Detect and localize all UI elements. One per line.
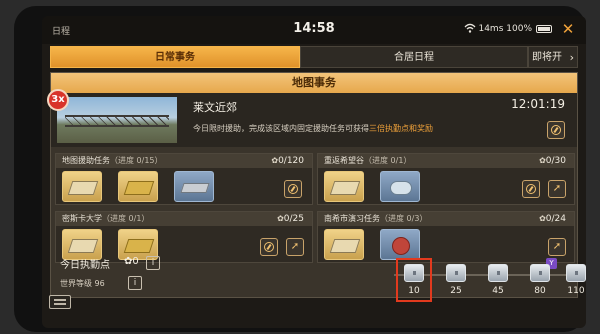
bridge-image [65,115,169,127]
points-icon: ✿ [277,214,284,223]
task-points: ✿0/24 [539,212,566,226]
tab-shared-schedule[interactable]: 合居日程 [300,46,528,68]
panel-title: 地图事务 [51,73,577,93]
milestone-chest[interactable] [488,264,508,282]
task-points-value: 0/30 [545,156,566,166]
document-icon [67,181,99,195]
region-thumbnail [57,97,177,143]
device-frame: 日程 14:58 14ms 100% ✕ 日常事务 合居日程 即将开放› 地图事… [14,6,586,332]
document-icon [67,239,99,253]
task-progress: （进度 0/3） [380,214,428,223]
task-card-map-aid: 地图援助任务（进度 0/15） ✿0/120 [55,153,313,205]
milestone-chest[interactable] [566,264,586,282]
daily-info-button[interactable]: i [146,256,160,270]
region-navigate-button[interactable] [547,121,565,139]
tab-daily-affairs[interactable]: 日常事务 [50,46,300,68]
task-name: 密斯卡大学 [62,214,102,223]
task-points-value: 0/120 [278,156,304,166]
milestone-chest[interactable] [404,264,424,282]
region-desc-text: 今日限时援助，完成该区域内固定援助任务可获得 [193,124,369,133]
tab-bar: 日常事务 合居日程 即将开放› [50,46,578,85]
arrow-icon: ➚ [552,183,562,194]
region-desc-highlight: 三倍执勤点和奖励 [369,124,433,133]
reward-item[interactable] [324,171,364,202]
task-name: 地图援助任务 [62,156,110,165]
task-points: ✿0/25 [277,212,304,226]
task-go-button[interactable]: ➚ [548,180,566,198]
document-icon [329,239,361,253]
milestone-value: 45 [492,286,504,296]
task-card-hope-valley: 重返希望谷（进度 0/1） ✿0/30 ➚ [317,153,575,205]
region-timer: 12:01:19 [511,97,565,111]
latency-value: 14ms [478,24,504,34]
task-name: 重返希望谷 [324,156,364,165]
network-latency: 14ms 100% [478,24,532,34]
compass-icon [526,184,536,194]
compass-icon [288,184,298,194]
task-points: ✿0/30 [539,154,566,168]
milestone-value: 110 [567,286,585,296]
compass-icon [551,125,561,135]
task-navigate-button[interactable] [522,180,540,198]
milestone-chest[interactable] [446,264,466,282]
task-progress: （进度 0/15） [110,156,163,165]
task-points-value: 0/24 [545,214,566,224]
task-header: 密斯卡大学（进度 0/1） [56,212,312,226]
world-level-info-button[interactable]: i [128,276,142,290]
milestone-value: 80 [534,286,546,296]
milestone-value: 10 [408,286,420,296]
wifi-icon [464,23,476,33]
daily-points-bar: 今日执勤点 ✿0 i 世界等级 96 i Y 10 25 45 80 110 [50,252,586,304]
arrow-icon: ➚ [290,241,300,252]
task-points: ✿0/120 [271,154,304,168]
status-bar: 日程 14:58 14ms 100% ✕ [42,16,586,44]
milestone-value: 25 [450,286,462,296]
points-icon: ✿ [539,156,546,165]
battery-value: 100% [506,24,532,34]
reward-item[interactable] [62,171,102,202]
task-navigate-button[interactable] [284,180,302,198]
task-header: 南希市演习任务（进度 0/3） [318,212,574,226]
reward-item[interactable] [174,171,214,202]
task-name: 南希市演习任务 [324,214,380,223]
gold-bar-icon [123,239,155,253]
multiplier-badge: 3x [47,89,69,111]
region-title: 莱文近郊 [193,101,237,114]
arrow-icon: ➚ [552,241,562,252]
world-level-label: 世界等级 96 [60,279,105,288]
game-screen: 日程 14:58 14ms 100% ✕ 日常事务 合居日程 即将开放› 地图事… [42,16,586,328]
helmet-icon [390,181,412,195]
daily-points-value: ✿0 [124,256,139,267]
task-points-value: 0/25 [283,214,304,224]
points-icon: ✿ [539,214,546,223]
chevron-right-icon: › [569,51,574,64]
milestone-chest[interactable] [530,264,550,282]
gold-bar-icon [123,181,155,195]
battery-icon [536,25,552,33]
task-progress: （进度 0/1） [364,156,412,165]
task-header: 重返希望谷（进度 0/1） [318,154,574,168]
featured-region: 3x 莱文近郊 12:01:19 今日限时援助，完成该区域内固定援助任务可获得三… [47,89,577,147]
daily-points-label: 今日执勤点 [60,260,110,271]
document-icon [329,181,361,195]
close-icon[interactable]: ✕ [560,21,576,37]
compass-icon [264,242,274,252]
daily-points-number: 0 [132,256,139,267]
task-progress: （进度 0/1） [102,214,150,223]
reward-item[interactable] [380,171,420,202]
tab-coming-soon[interactable]: 即将开放› [528,46,578,85]
device-icon [180,183,210,193]
reward-item[interactable] [118,171,158,202]
region-description: 今日限时援助，完成该区域内固定援助任务可获得三倍执勤点和奖励 [193,123,433,134]
